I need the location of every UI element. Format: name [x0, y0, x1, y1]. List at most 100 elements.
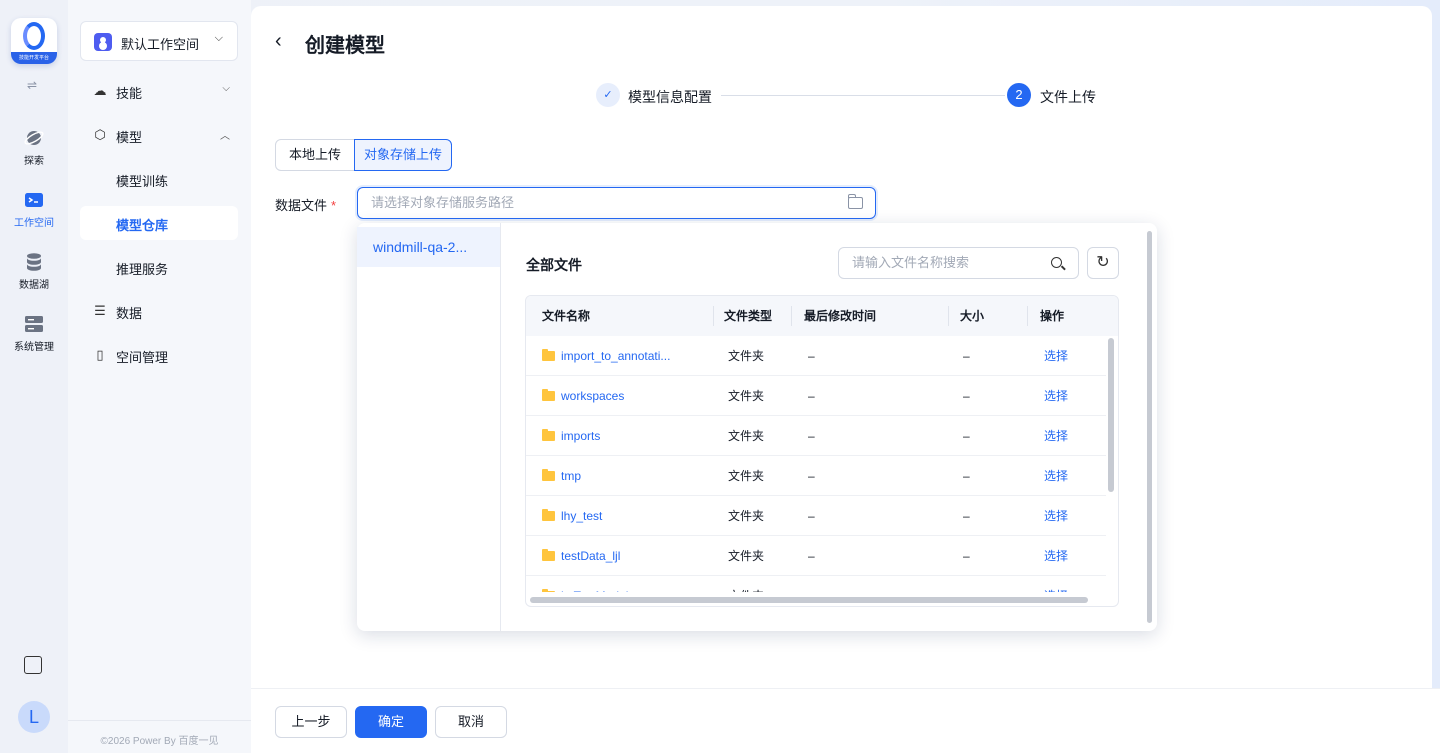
- sidebar-item-label: 空间管理: [116, 350, 169, 365]
- step-label-info: 模型信息配置: [628, 89, 712, 105]
- folder-name-link[interactable]: testData_ljl: [542, 536, 692, 576]
- folder-name: hvTestModel: [561, 589, 628, 592]
- rail-item-explore[interactable]: 探索: [0, 128, 68, 167]
- rail-item-label: 数据湖: [19, 280, 49, 291]
- modified-time: –: [808, 469, 815, 483]
- folder-name-link[interactable]: lhy_test: [542, 496, 692, 536]
- folder-open-icon[interactable]: [848, 194, 863, 209]
- refresh-button[interactable]: ↻: [1087, 247, 1119, 279]
- page-title: 创建模型: [305, 35, 385, 57]
- table-vertical-scrollbar[interactable]: [1108, 338, 1114, 492]
- chevron-up-icon: ︿: [220, 131, 230, 142]
- book-icon: ▯: [96, 347, 104, 362]
- sidebar-item-label: 模型训练: [116, 174, 169, 189]
- select-link[interactable]: 选择: [1044, 536, 1084, 576]
- folder-name-link[interactable]: tmp: [542, 456, 692, 496]
- storage-path-field[interactable]: [357, 187, 876, 219]
- col-divider: [713, 306, 714, 326]
- rail-item-label: 系统管理: [14, 342, 54, 353]
- select-link[interactable]: 选择: [1044, 456, 1084, 496]
- file-type: 文件夹: [728, 576, 788, 592]
- folder-icon: [542, 549, 555, 561]
- file-browser-dropdown: windmill-qa-2... 全部文件 ↻ 文件名称 文件类型 最后修改时间…: [357, 223, 1157, 631]
- data-file-label-text: 数据文件: [275, 198, 328, 213]
- folder-name-link[interactable]: imports: [542, 416, 692, 456]
- cloud-icon: ☁: [93, 83, 107, 98]
- logo-text: 技能开发平台: [11, 52, 57, 64]
- file-list-heading: 全部文件: [526, 257, 582, 273]
- folder-name: testData_ljl: [561, 549, 621, 563]
- switch-icon[interactable]: ⇌: [27, 78, 37, 92]
- sidebar-item-inference[interactable]: 推理服务: [80, 250, 238, 284]
- user-icon: [94, 33, 112, 51]
- sidebar-item-model-repo[interactable]: 模型仓库: [80, 206, 238, 240]
- folder-name-link[interactable]: workspaces: [542, 376, 692, 416]
- tab-object-storage-upload[interactable]: 对象存储上传: [354, 139, 452, 171]
- select-link[interactable]: 选择: [1044, 336, 1084, 376]
- sidebar-item-model-training[interactable]: 模型训练: [80, 162, 238, 196]
- table-row: lhy_test 文件夹 – – 选择: [526, 496, 1106, 536]
- modified-time: –: [808, 389, 815, 403]
- logo-mark: [23, 22, 45, 50]
- folder-name-link[interactable]: import_to_annotati...: [542, 336, 692, 376]
- folder-icon: [542, 389, 555, 401]
- table-row: imports 文件夹 – – 选择: [526, 416, 1106, 456]
- confirm-button[interactable]: 确定: [355, 706, 427, 738]
- prev-step-button[interactable]: 上一步: [275, 706, 347, 738]
- col-divider: [791, 306, 792, 326]
- file-size: –: [963, 549, 970, 563]
- select-link[interactable]: 选择: [1044, 576, 1084, 592]
- sidebar: 默认工作空间 ⌵ ☁ 技能 ⌵ ⬡ 模型 ︿ 模型训练 模型仓库 推理服务 ☰ …: [68, 0, 251, 753]
- folder-name: workspaces: [561, 389, 625, 403]
- avatar[interactable]: L: [18, 701, 50, 733]
- bucket-item[interactable]: windmill-qa-2...: [357, 227, 500, 267]
- table-row: hvTestModel 文件夹 – – 选择: [526, 576, 1106, 592]
- rail-item-label: 探索: [24, 156, 44, 167]
- chevron-down-icon: ⌵: [222, 83, 230, 94]
- chevron-down-icon: ⌵: [214, 32, 223, 44]
- rail-item-system[interactable]: 系统管理: [0, 314, 68, 353]
- dropdown-scrollbar[interactable]: [1147, 231, 1152, 623]
- file-search-field[interactable]: [838, 247, 1079, 279]
- file-search-input[interactable]: [852, 255, 1042, 270]
- modified-time: –: [808, 576, 868, 592]
- server-icon: [25, 316, 43, 332]
- folder-name: import_to_annotati...: [561, 349, 671, 363]
- back-arrow-icon[interactable]: ‹: [275, 30, 282, 53]
- app-logo[interactable]: 技能开发平台: [11, 18, 57, 64]
- history-icon[interactable]: [24, 656, 42, 674]
- col-divider: [948, 306, 949, 326]
- storage-path-input[interactable]: [371, 195, 831, 210]
- select-link[interactable]: 选择: [1044, 496, 1084, 536]
- footer-actions: 上一步 确定 取消: [251, 688, 1440, 753]
- rail-item-datalake[interactable]: 数据湖: [0, 252, 68, 291]
- table-horizontal-scrollbar[interactable]: [530, 597, 1088, 603]
- cube-icon: ⬡: [94, 127, 106, 142]
- select-link[interactable]: 选择: [1044, 416, 1084, 456]
- required-mark: *: [331, 198, 337, 213]
- folder-name-link[interactable]: hvTestModel: [542, 576, 692, 592]
- file-size: –: [963, 389, 970, 403]
- workspace-select[interactable]: 默认工作空间 ⌵: [80, 21, 238, 61]
- search-icon[interactable]: [1051, 257, 1062, 268]
- folder-name: imports: [561, 429, 601, 443]
- sidebar-item-data[interactable]: ☰ 数据: [80, 294, 238, 328]
- col-header-name: 文件名称: [542, 309, 591, 323]
- sidebar-item-models[interactable]: ⬡ 模型 ︿: [80, 118, 238, 152]
- sidebar-item-space-manage[interactable]: ▯ 空间管理: [80, 338, 238, 372]
- tab-local-upload[interactable]: 本地上传: [275, 139, 355, 171]
- table-row: workspaces 文件夹 – – 选择: [526, 376, 1106, 416]
- sidebar-item-label: 推理服务: [116, 262, 169, 277]
- folder-name: lhy_test: [561, 509, 603, 523]
- col-header-action: 操作: [1040, 309, 1065, 323]
- folder-icon: [542, 589, 555, 592]
- select-link[interactable]: 选择: [1044, 376, 1084, 416]
- sidebar-item-label: 技能: [116, 86, 143, 101]
- cancel-button[interactable]: 取消: [435, 706, 507, 738]
- step-label-upload: 文件上传: [1040, 89, 1096, 105]
- copyright: ©2026 Power By 百度一见: [68, 720, 251, 747]
- sidebar-item-skills[interactable]: ☁ 技能 ⌵: [80, 74, 238, 108]
- table-row: tmp 文件夹 – – 选择: [526, 456, 1106, 496]
- rail-item-workspace[interactable]: 工作空间: [0, 190, 68, 229]
- modified-time: –: [808, 349, 815, 363]
